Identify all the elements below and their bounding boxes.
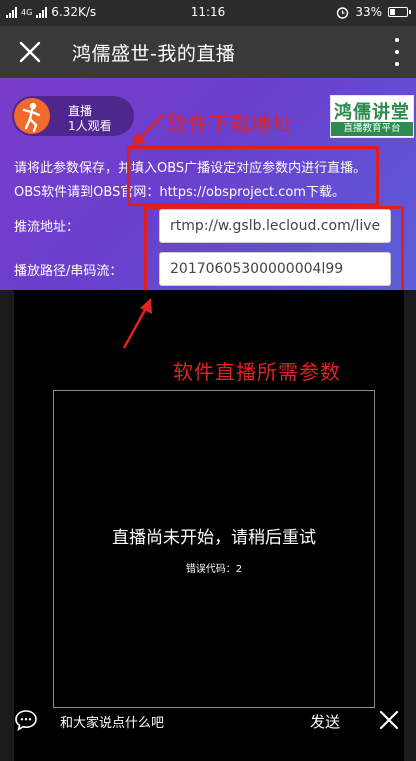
dancer-icon (22, 102, 41, 133)
battery-percent: 33% (355, 5, 382, 19)
stream-key-label: 播放路径/串码流： (14, 264, 123, 279)
battery-icon (388, 7, 411, 17)
live-badge: 直播 1人观看 (12, 96, 134, 136)
annotation-download-address: 软件下载地址 (167, 112, 293, 136)
chat-icon[interactable] (14, 709, 38, 731)
logo-title: 鸿儒讲堂 (334, 102, 410, 123)
more-icon[interactable] (392, 38, 402, 66)
push-url-label: 推流地址： (14, 220, 80, 235)
title-bar: 鸿儒盛世-我的直播 (0, 26, 416, 78)
video-player[interactable]: 直播尚未开始，请稍后重试 错误代码：2 (53, 390, 375, 708)
comment-input[interactable]: 和大家说点什么吧 (60, 712, 164, 731)
status-right: 33% (336, 5, 411, 19)
avatar (14, 98, 50, 134)
arrow-icon-download (132, 113, 165, 146)
logo-subtitle: 直播教育平台 (331, 122, 413, 136)
close-icon[interactable] (378, 709, 400, 731)
close-icon[interactable] (18, 40, 42, 64)
player-error-code: 错误代码：2 (185, 564, 243, 575)
player-status-message: 直播尚未开始，请稍后重试 (112, 528, 316, 548)
annotation-stream-params: 软件直播所需参数 (173, 360, 341, 384)
brand-logo: 鸿儒讲堂 直播教育平台 (330, 95, 414, 138)
alarm-icon (337, 6, 349, 19)
annotation-box-download (127, 146, 379, 206)
status-bar: 4G 6.32K/s 11:16 33% (0, 0, 416, 26)
annotation-box-params (144, 206, 404, 296)
send-button[interactable]: 发送 (310, 711, 340, 732)
viewer-count: 1人观看 (68, 119, 112, 133)
page-title: 鸿儒盛世-我的直播 (72, 43, 236, 65)
arrow-icon-params (122, 298, 152, 349)
comment-bar: 和大家说点什么吧 发送 (0, 701, 416, 741)
